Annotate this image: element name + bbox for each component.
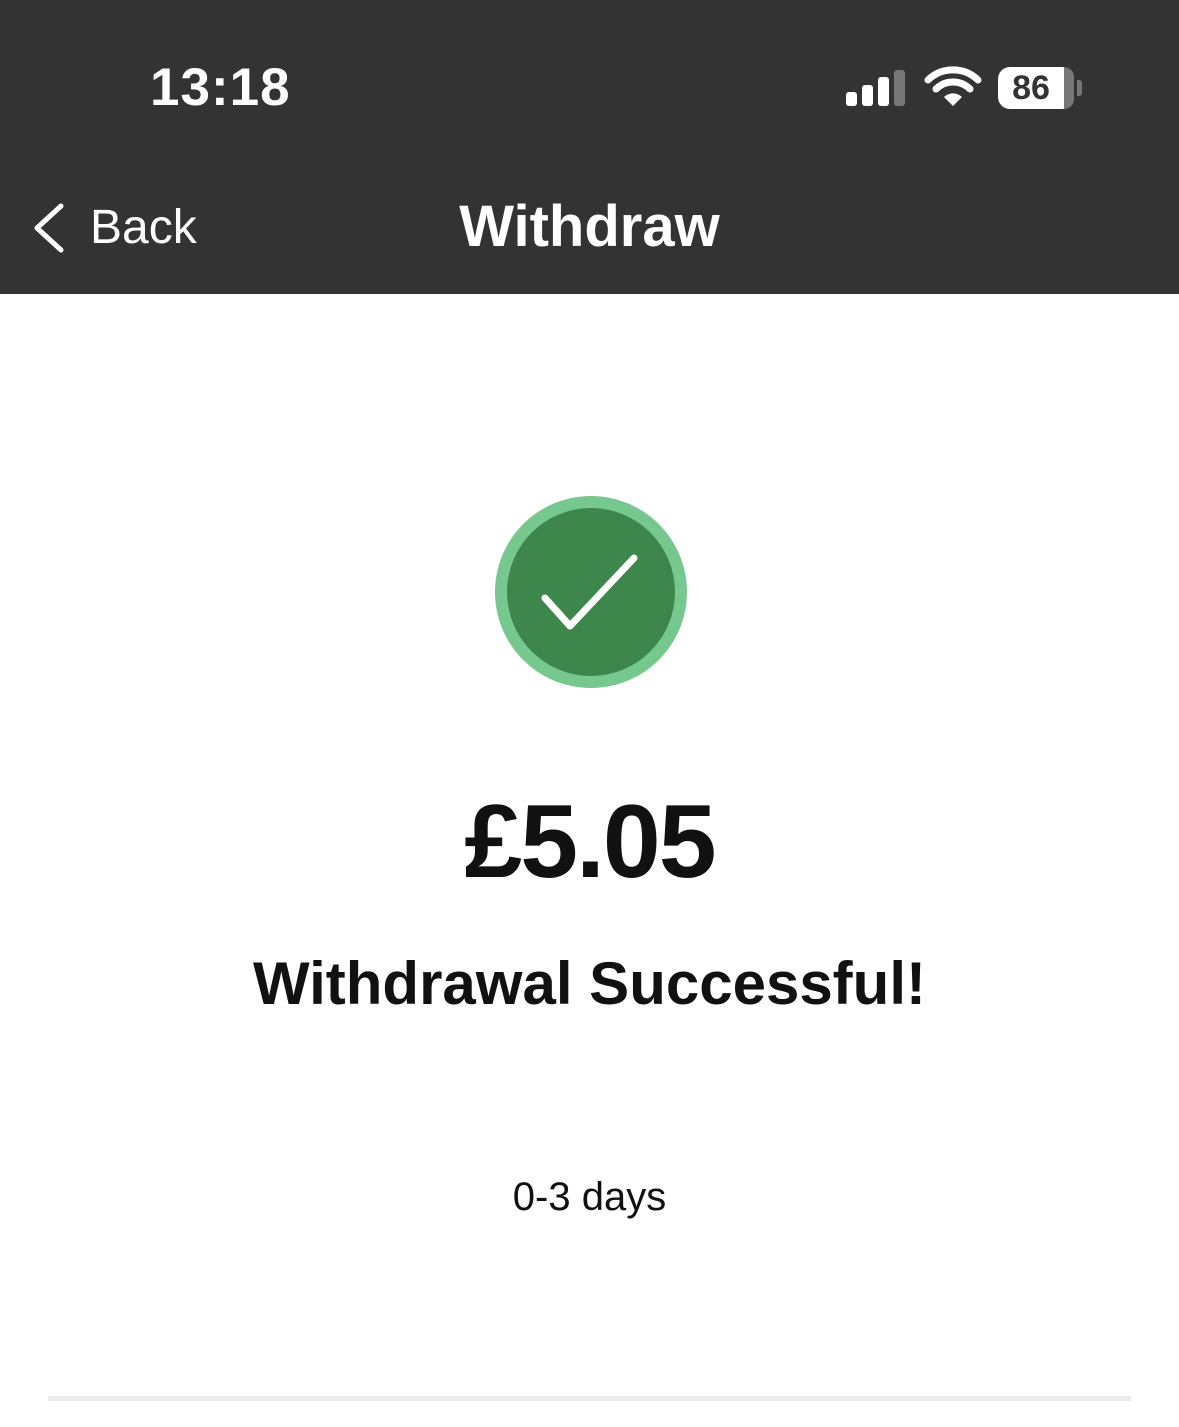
- header-bar: 13:18 86 Back Withdraw: [0, 0, 1179, 294]
- withdrawal-amount: £5.05: [464, 784, 716, 900]
- status-time: 13:18: [150, 58, 291, 117]
- cellular-signal-icon: [846, 70, 906, 106]
- checkmark-circle-icon: [495, 496, 687, 688]
- battery-level: 86: [1012, 69, 1050, 107]
- success-message: Withdrawal Successful!: [253, 950, 926, 1017]
- battery-tip: [1077, 80, 1082, 96]
- battery-empty-segment: [1064, 67, 1074, 109]
- processing-time: 0-3 days: [512, 1175, 667, 1219]
- divider: [48, 1396, 1131, 1401]
- page-title: Withdraw: [459, 194, 720, 259]
- battery-icon: 86: [998, 67, 1074, 109]
- withdraw-success-screen: 13:18 86 Back Withdraw £5.05 Withdrawal …: [0, 0, 1179, 1427]
- wifi-icon: [924, 66, 982, 106]
